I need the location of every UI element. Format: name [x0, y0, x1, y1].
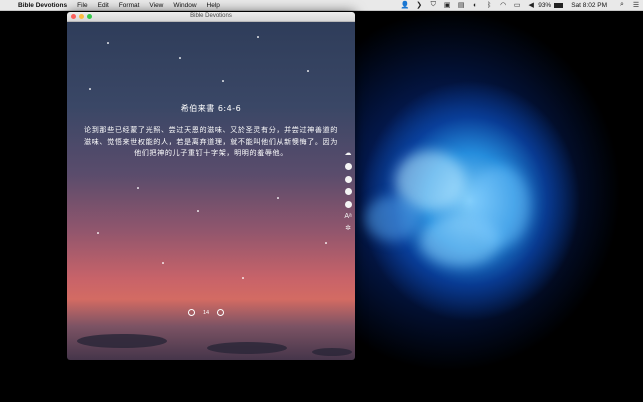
menu-format[interactable]: Format — [119, 2, 140, 9]
devotion-view: 希伯来書 6:4-6 论到那些已经蒙了光照、尝过天恩的滋味、又於圣灵有分，并尝过… — [67, 22, 355, 360]
horizon-cloud — [207, 342, 287, 354]
star — [107, 42, 109, 44]
drive-icon[interactable]: ◐ — [468, 2, 482, 9]
page-number: 14 — [202, 309, 210, 316]
side-toolbar: ☁ Aᵃ ✲ — [344, 150, 352, 238]
bluetooth-icon[interactable]: ᛒ — [482, 2, 496, 9]
next-page-button[interactable] — [217, 309, 224, 316]
notification-center-icon[interactable]: ☰ — [629, 1, 643, 9]
star — [257, 36, 259, 38]
shield-icon[interactable]: ⛉ — [426, 1, 440, 9]
tag-icon[interactable] — [344, 175, 352, 183]
menu-file[interactable]: File — [77, 2, 87, 9]
menu-window[interactable]: Window — [173, 2, 196, 9]
user-icon[interactable]: 👤 — [398, 1, 412, 9]
window-title: Bible Devotions — [190, 13, 232, 19]
star — [277, 197, 279, 199]
menu-edit[interactable]: Edit — [98, 2, 109, 9]
menu-help[interactable]: Help — [207, 2, 220, 9]
star — [162, 262, 164, 264]
search-icon[interactable]: ⌕ — [615, 1, 629, 9]
record-icon[interactable] — [344, 188, 352, 196]
settings-icon[interactable]: ✲ — [344, 225, 352, 233]
horizon-cloud — [312, 348, 352, 356]
cloud-toggle-icon[interactable]: ☁ — [344, 150, 352, 158]
horizon-cloud — [77, 334, 167, 348]
circle-tool-icon[interactable] — [344, 163, 352, 171]
text-size-icon[interactable]: Aᵃ — [344, 213, 352, 221]
star — [97, 232, 99, 234]
app-window: Bible Devotions 希伯来書 6:4-6 论到那些已经蒙了光照、尝过… — [67, 12, 355, 360]
menu-view[interactable]: View — [149, 2, 163, 9]
battery-fill — [555, 3, 562, 7]
wifi-icon[interactable]: ◠ — [496, 1, 510, 9]
info-icon[interactable] — [344, 200, 352, 208]
star — [242, 277, 244, 279]
wallpaper-cloud — [470, 166, 530, 246]
star — [179, 57, 181, 59]
status-tray: 👤 ❯ ⛉ ▣ ▤ ◐ ᛒ ◠ ▭ ◀ 93% Sat 8:02 PM ⌕ ☰ — [398, 0, 643, 10]
verse-reference: 希伯来書 6:4-6 — [180, 104, 242, 113]
printer-icon[interactable]: ▤ — [454, 1, 468, 9]
menu-app-name[interactable]: Bible Devotions — [18, 2, 67, 9]
battery-percent: 93% — [538, 1, 552, 9]
lock-icon[interactable]: ▣ — [440, 1, 454, 9]
star — [197, 210, 199, 212]
battery-icon[interactable] — [554, 2, 564, 8]
chevron-icon[interactable]: ❯ — [412, 1, 426, 9]
previous-page-button[interactable] — [188, 309, 195, 316]
title-bar[interactable]: Bible Devotions — [67, 12, 355, 22]
wallpaper-cloud — [365, 196, 420, 241]
airplay-icon[interactable]: ▭ — [510, 1, 524, 9]
volume-icon[interactable]: ◀ — [524, 1, 538, 9]
star — [325, 242, 327, 244]
verse-text: 论到那些已经蒙了光照、尝过天恩的滋味、又於圣灵有分，并尝过神善道的滋味、觉悟来世… — [84, 125, 338, 157]
clock[interactable]: Sat 8:02 PM — [571, 2, 607, 9]
star — [89, 88, 91, 90]
menu-bar: Bible Devotions File Edit Format View Wi… — [0, 0, 643, 11]
pager: 14 — [188, 309, 224, 316]
star — [307, 70, 309, 72]
star — [137, 187, 139, 189]
star — [222, 80, 224, 82]
